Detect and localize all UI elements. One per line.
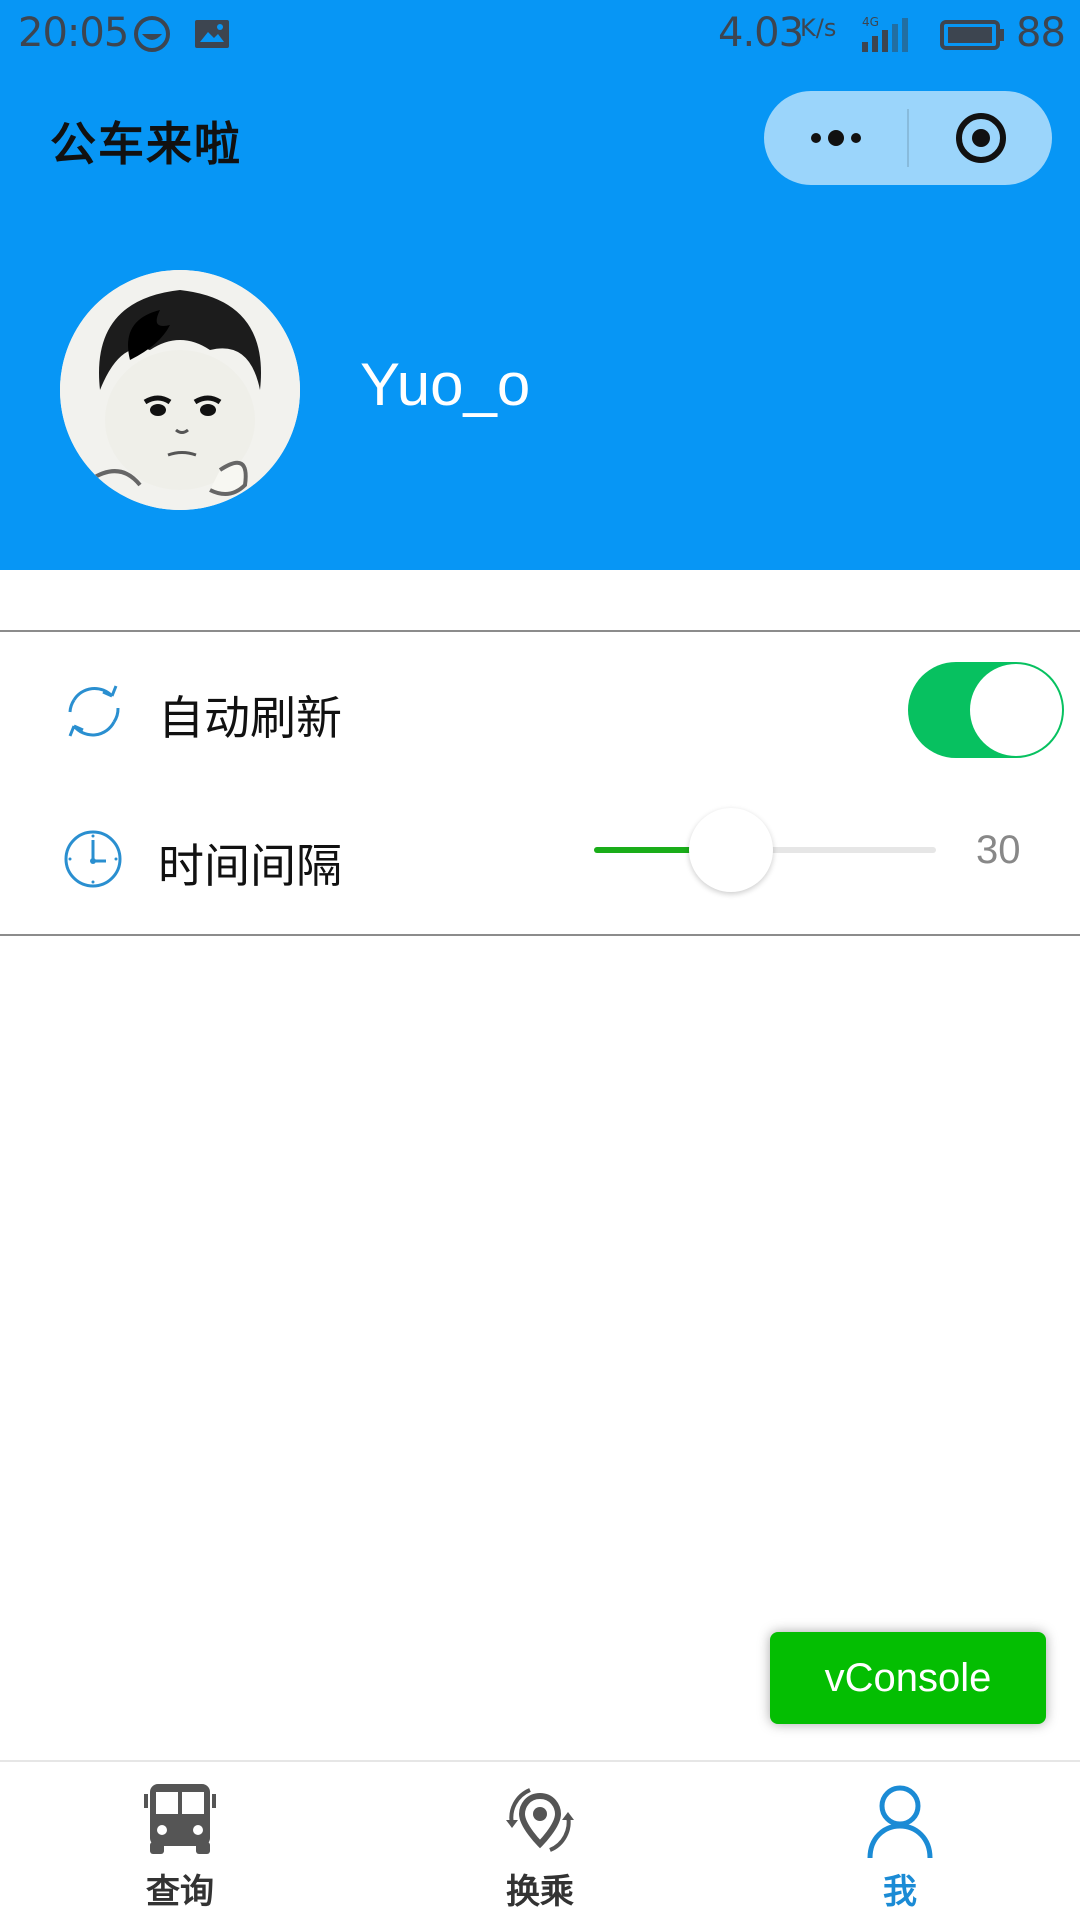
page-title: 公车来啦 [50, 117, 242, 171]
interval-slider[interactable] [594, 808, 936, 892]
bus-icon [144, 1784, 216, 1854]
signal-icon: 4G [862, 15, 908, 52]
tab-me[interactable]: 我 [720, 1762, 1080, 1920]
mini-program-capsule [764, 91, 1052, 185]
tab-query-label: 查询 [146, 1872, 214, 1912]
avatar[interactable] [60, 270, 300, 510]
more-button[interactable] [764, 91, 907, 185]
vconsole-button[interactable]: vConsole [770, 1632, 1046, 1724]
battery-icon [940, 20, 1004, 50]
status-bar: 20:05 4.03 K/s 4G 88 [0, 0, 1080, 68]
clock-icon [64, 830, 122, 888]
tab-bar: 查询 换乘 我 [0, 1760, 1080, 1920]
settings-panel: 自动刷新 时间间隔 30 [0, 630, 1080, 936]
notification-face-icon [134, 16, 170, 52]
interval-value: 30 [976, 828, 1021, 872]
tab-transfer-label: 换乘 [506, 1872, 574, 1912]
status-time: 20:05 [18, 10, 129, 56]
transfer-location-icon [506, 1788, 574, 1852]
toggle-knob [970, 664, 1062, 756]
close-mini-program-button[interactable] [909, 91, 1052, 185]
username: Yuo_o [360, 351, 531, 418]
network-type: 4G [862, 15, 879, 29]
tab-transfer[interactable]: 换乘 [360, 1762, 720, 1920]
auto-refresh-label: 自动刷新 [158, 691, 342, 745]
target-close-icon [955, 113, 1006, 163]
tab-query[interactable]: 查询 [0, 1762, 360, 1920]
refresh-icon [68, 685, 120, 737]
battery-level: 88 [1016, 10, 1066, 56]
interval-label: 时间间隔 [158, 839, 342, 893]
person-icon [867, 1785, 933, 1859]
avatar-image [60, 270, 300, 510]
more-dots-icon [810, 130, 861, 146]
profile-header: 20:05 4.03 K/s 4G 88 公车来啦 Yuo_o [0, 0, 1080, 570]
gallery-icon [195, 20, 229, 48]
network-speed-unit: K/s [800, 14, 837, 42]
auto-refresh-toggle[interactable] [908, 662, 1064, 758]
tab-me-label: 我 [883, 1872, 917, 1912]
network-speed: 4.03 [718, 10, 804, 56]
slider-thumb[interactable] [688, 808, 773, 892]
